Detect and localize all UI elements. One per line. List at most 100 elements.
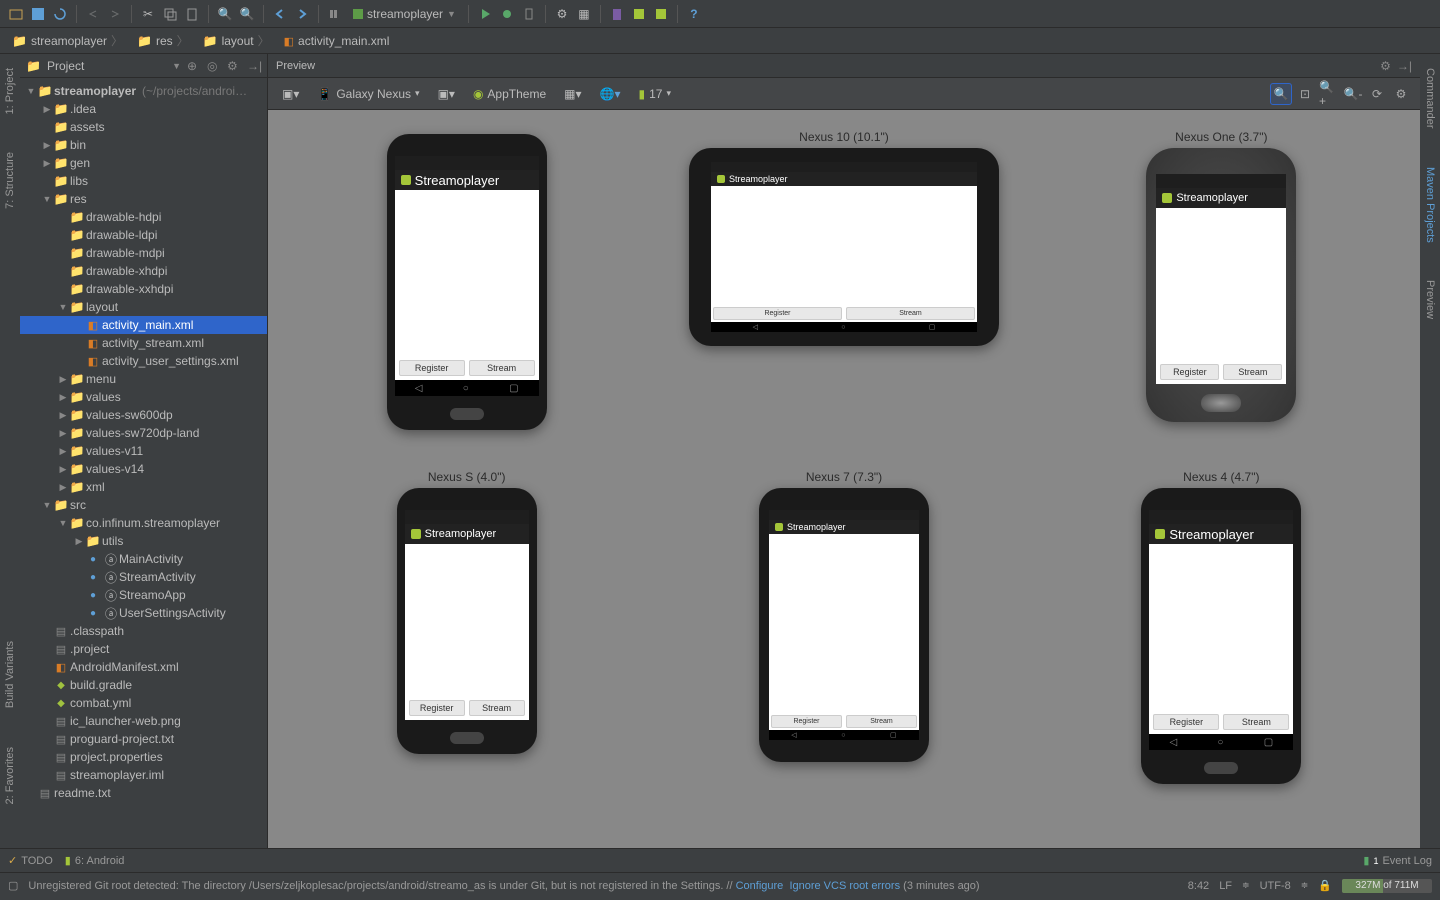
device-preview[interactable]: Nexus 10 (10.1") Streamoplayer RegisterS… bbox=[689, 130, 999, 430]
tree-root[interactable]: ▼📁streamoplayer(~/projects/androi… bbox=[20, 82, 267, 100]
breadcrumb-item[interactable]: 📁streamoplayer〉 bbox=[6, 32, 129, 50]
gear-icon[interactable]: ⚙ bbox=[227, 59, 241, 73]
undo-icon[interactable] bbox=[83, 4, 103, 24]
vtab-favorites[interactable]: 2: Favorites bbox=[4, 743, 16, 808]
project-tree[interactable]: ▼📁streamoplayer(~/projects/androi… ▶📁.id… bbox=[20, 78, 267, 848]
debug-icon[interactable] bbox=[497, 4, 517, 24]
locale-dropdown[interactable]: ▦▾ bbox=[558, 83, 587, 105]
tree-item[interactable]: ▼📁co.infinum.streamoplayer bbox=[20, 514, 267, 532]
tree-item[interactable]: ⓐStreamActivity bbox=[20, 568, 267, 586]
tree-item[interactable]: 📁drawable-mdpi bbox=[20, 244, 267, 262]
structure-icon[interactable]: ▦ bbox=[574, 4, 594, 24]
tree-item[interactable]: ▼📁layout bbox=[20, 298, 267, 316]
device-preview[interactable]: Nexus 4 (4.7") Streamoplayer RegisterStr… bbox=[1141, 470, 1301, 784]
tree-item[interactable]: proguard-project.txt bbox=[20, 730, 267, 748]
configure-link[interactable]: Configure bbox=[736, 880, 784, 892]
help-icon[interactable]: ? bbox=[684, 4, 704, 24]
attach-icon[interactable] bbox=[519, 4, 539, 24]
tab-android[interactable]: ▮6: Android bbox=[65, 854, 125, 867]
device-preview[interactable]: Nexus S (4.0") Streamoplayer RegisterStr… bbox=[397, 470, 537, 784]
run-config-dropdown[interactable]: streamoplayer ▼ bbox=[347, 4, 462, 24]
run-icon[interactable] bbox=[475, 4, 495, 24]
memory-indicator[interactable]: 327M of 711M bbox=[1342, 879, 1432, 893]
monitor-icon[interactable] bbox=[651, 4, 671, 24]
settings-icon[interactable]: ⚙ bbox=[552, 4, 572, 24]
copy-icon[interactable] bbox=[160, 4, 180, 24]
refresh-icon[interactable] bbox=[50, 4, 70, 24]
vtab-build-variants[interactable]: Build Variants bbox=[4, 637, 16, 712]
locate-icon[interactable]: ◎ bbox=[207, 59, 221, 73]
tree-item[interactable]: ⓐStreamoApp bbox=[20, 586, 267, 604]
tree-item[interactable]: streamoplayer.iml bbox=[20, 766, 267, 784]
api-dropdown[interactable]: ▮17▾ bbox=[632, 83, 677, 105]
tree-item[interactable]: ▶📁.idea bbox=[20, 100, 267, 118]
save-icon[interactable] bbox=[28, 4, 48, 24]
chevron-down-icon[interactable]: ▼ bbox=[172, 61, 181, 71]
tree-item[interactable]: ⓐMainActivity bbox=[20, 550, 267, 568]
refresh-preview-icon[interactable]: ⟳ bbox=[1366, 83, 1388, 105]
breadcrumb-item[interactable]: 📁res〉 bbox=[131, 32, 195, 50]
tree-item[interactable]: ▶📁utils bbox=[20, 532, 267, 550]
tree-item[interactable]: activity_stream.xml bbox=[20, 334, 267, 352]
hide-icon[interactable]: →| bbox=[1397, 59, 1412, 73]
zoom-actual-icon[interactable]: ⊡ bbox=[1294, 83, 1316, 105]
tree-item[interactable]: .project bbox=[20, 640, 267, 658]
gear-icon[interactable]: ⚙ bbox=[1380, 59, 1391, 73]
theme-dropdown[interactable]: ◉AppTheme bbox=[467, 83, 552, 105]
vtab-preview[interactable]: Preview bbox=[1424, 276, 1436, 323]
zoom-out-icon[interactable]: 🔍- bbox=[1342, 83, 1364, 105]
tree-item[interactable]: 📁drawable-hdpi bbox=[20, 208, 267, 226]
redo-icon[interactable] bbox=[105, 4, 125, 24]
sdk-icon[interactable] bbox=[607, 4, 627, 24]
tree-item[interactable]: 📁drawable-xxhdpi bbox=[20, 280, 267, 298]
tree-item[interactable]: build.gradle bbox=[20, 676, 267, 694]
device-preview[interactable]: Streamoplayer RegisterStream ◁○▢ bbox=[387, 130, 547, 430]
vtab-maven[interactable]: Maven Projects bbox=[1424, 163, 1436, 247]
tree-item[interactable]: ⓐUserSettingsActivity bbox=[20, 604, 267, 622]
lock-icon[interactable]: 🔒 bbox=[1318, 879, 1332, 892]
tree-item[interactable]: ▶📁bin bbox=[20, 136, 267, 154]
tree-item[interactable]: 📁drawable-xhdpi bbox=[20, 262, 267, 280]
tree-item[interactable]: activity_user_settings.xml bbox=[20, 352, 267, 370]
tree-item-selected[interactable]: activity_main.xml bbox=[20, 316, 267, 334]
tree-item[interactable]: ▶📁values-sw720dp-land bbox=[20, 424, 267, 442]
zoom-in-icon[interactable]: 🔍+ bbox=[1318, 83, 1340, 105]
preview-canvas[interactable]: Streamoplayer RegisterStream ◁○▢ Nexus 1… bbox=[268, 110, 1420, 848]
tree-item[interactable]: 📁assets bbox=[20, 118, 267, 136]
device-dropdown[interactable]: 📱Galaxy Nexus▾ bbox=[311, 83, 425, 105]
tree-item[interactable]: ▶📁values-v14 bbox=[20, 460, 267, 478]
device-preview[interactable]: Nexus 7 (7.3") Streamoplayer RegisterStr… bbox=[759, 470, 929, 784]
vtab-structure[interactable]: 7: Structure bbox=[4, 148, 16, 213]
status-lf[interactable]: LF bbox=[1219, 880, 1232, 892]
tree-item[interactable]: ▼📁src bbox=[20, 496, 267, 514]
tree-item[interactable]: ▶📁gen bbox=[20, 154, 267, 172]
open-icon[interactable] bbox=[6, 4, 26, 24]
render-config[interactable]: ▣▾ bbox=[276, 83, 305, 105]
tree-item[interactable]: ▶📁values-sw600dp bbox=[20, 406, 267, 424]
tree-item[interactable]: readme.txt bbox=[20, 784, 267, 802]
zoom-fit-icon[interactable]: 🔍 bbox=[1270, 83, 1292, 105]
tree-item[interactable]: 📁drawable-ldpi bbox=[20, 226, 267, 244]
tree-item[interactable]: AndroidManifest.xml bbox=[20, 658, 267, 676]
hide-icon[interactable]: →| bbox=[247, 59, 261, 73]
breadcrumb-item[interactable]: 📁layout〉 bbox=[197, 32, 276, 50]
tree-item[interactable]: 📁libs bbox=[20, 172, 267, 190]
replace-icon[interactable]: 🔍 bbox=[237, 4, 257, 24]
tree-item[interactable]: ▼📁res bbox=[20, 190, 267, 208]
collapse-icon[interactable]: ⊕ bbox=[187, 59, 201, 73]
tree-item[interactable]: ▶📁values-v11 bbox=[20, 442, 267, 460]
ignore-link[interactable]: Ignore VCS root errors bbox=[789, 880, 900, 892]
vtab-commander[interactable]: Commander bbox=[1424, 64, 1436, 133]
tab-event-log[interactable]: ▮1 Event Log bbox=[1363, 854, 1432, 867]
status-encoding[interactable]: UTF-8 bbox=[1260, 880, 1291, 892]
tree-item[interactable]: project.properties bbox=[20, 748, 267, 766]
tree-item[interactable]: ▶📁xml bbox=[20, 478, 267, 496]
tree-item[interactable]: combat.yml bbox=[20, 694, 267, 712]
device-preview[interactable]: Nexus One (3.7") Streamoplayer RegisterS… bbox=[1146, 130, 1296, 430]
tree-item[interactable]: ▶📁menu bbox=[20, 370, 267, 388]
night-dropdown[interactable]: 🌐▾ bbox=[594, 83, 627, 105]
make-icon[interactable] bbox=[325, 4, 345, 24]
find-icon[interactable]: 🔍 bbox=[215, 4, 235, 24]
orientation-dropdown[interactable]: ▣▾ bbox=[432, 83, 461, 105]
status-icon[interactable]: ▢ bbox=[8, 879, 18, 892]
